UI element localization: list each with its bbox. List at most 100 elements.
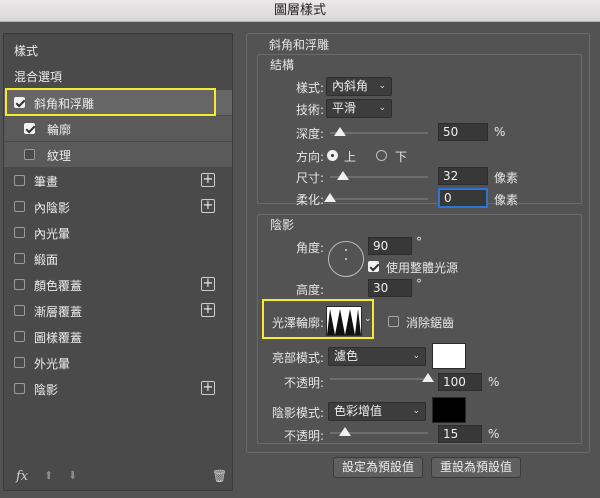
highlight-mode-label: 亮部模式: [271, 351, 324, 365]
list-item-contour[interactable]: 輪廓 [4, 116, 232, 141]
contour-checkbox[interactable] [24, 123, 35, 134]
list-item-inner-shadow[interactable]: 內陰影 + [4, 194, 232, 219]
shadow-opacity-input[interactable]: 15 [438, 425, 482, 443]
style-dropdown[interactable]: 內斜角 ⌄ [326, 77, 392, 96]
add-drop-shadow-icon[interactable]: + [201, 381, 215, 395]
shadow-mode-dropdown[interactable]: 色彩增值 ⌄ [328, 402, 426, 421]
gloss-contour-preview[interactable] [326, 306, 362, 336]
altitude-label: 高度: [295, 283, 324, 297]
depth-slider-thumb[interactable] [333, 127, 346, 136]
size-slider-thumb[interactable] [336, 171, 349, 180]
list-item-texture[interactable]: 紋理 [4, 142, 232, 167]
soften-unit: 像素 [494, 193, 519, 207]
highlight-opacity-unit: % [488, 375, 500, 389]
anti-alias-checkbox[interactable] [388, 316, 399, 327]
shadow-opacity-slider-thumb[interactable] [338, 427, 351, 436]
style-list-panel: 樣式 混合選項 斜角和浮雕 輪廓 紋理 筆畫 + 內陰影 + 內光暈 緞面 顏色… [3, 33, 233, 491]
soften-input[interactable]: 0 [438, 188, 488, 208]
highlight-opacity-slider-thumb[interactable] [422, 373, 434, 382]
anti-alias-label: 消除鋸齒 [406, 316, 455, 330]
list-item-color-overlay[interactable]: 顏色覆蓋 + [4, 272, 232, 297]
set-default-button[interactable]: 設定為預設值 [333, 457, 423, 478]
add-gradient-overlay-icon[interactable]: + [201, 303, 215, 317]
shadow-opacity-slider[interactable] [330, 427, 428, 436]
list-item-inner-glow[interactable]: 內光暈 [4, 220, 232, 245]
styles-header[interactable]: 樣式 [4, 38, 232, 63]
direction-down-radio[interactable] [376, 150, 387, 161]
list-item-pattern-overlay[interactable]: 圖樣覆蓋 [4, 324, 232, 349]
shadow-mode-value: 色彩增值 [334, 404, 383, 418]
outer-glow-checkbox[interactable] [14, 357, 25, 368]
window-title: 圖層樣式 [0, 0, 600, 22]
gloss-contour-chevron-icon[interactable]: ⌄ [364, 314, 372, 324]
list-item-label: 斜角和浮雕 [34, 97, 95, 111]
soften-slider-thumb[interactable] [324, 193, 336, 202]
bevel-emboss-panel: 斜角和浮雕 結構 樣式: 內斜角 ⌄ 技術: 平滑 ⌄ 深度: 50 % 方向: 上… [246, 33, 590, 453]
fx-icon[interactable]: fx [16, 469, 28, 484]
list-item-satin[interactable]: 緞面 [4, 246, 232, 271]
gloss-contour-curve-icon [327, 309, 361, 335]
list-item-bevel-emboss[interactable]: 斜角和浮雕 [4, 90, 232, 115]
gradient-overlay-checkbox[interactable] [14, 305, 25, 316]
highlight-mode-dropdown[interactable]: 濾色 ⌄ [328, 347, 426, 366]
color-overlay-checkbox[interactable] [14, 279, 25, 290]
depth-label: 深度: [295, 127, 324, 141]
list-item-label: 顏色覆蓋 [34, 279, 83, 293]
list-item-outer-glow[interactable]: 外光暈 [4, 350, 232, 375]
highlight-color-swatch[interactable] [432, 343, 466, 369]
list-item-gradient-overlay[interactable]: 漸層覆蓋 + [4, 298, 232, 323]
move-down-icon[interactable]: ⬇ [68, 469, 77, 482]
size-input[interactable]: 32 [438, 167, 488, 185]
chevron-down-icon: ⌄ [378, 103, 386, 113]
shadow-color-swatch[interactable] [432, 397, 466, 423]
highlight-opacity-input[interactable]: 100 [438, 373, 482, 391]
structure-group: 結構 樣式: 內斜角 ⌄ 技術: 平滑 ⌄ 深度: 50 % 方向: 上 下 尺寸:… [257, 54, 582, 208]
soften-slider[interactable] [324, 193, 428, 202]
direction-up-radio[interactable] [327, 150, 338, 161]
direction-down-label: 下 [395, 150, 408, 164]
list-item-label: 筆畫 [34, 175, 59, 189]
bevel-emboss-checkbox[interactable] [14, 97, 25, 108]
list-item-label: 圖樣覆蓋 [34, 331, 83, 345]
stroke-checkbox[interactable] [14, 175, 25, 186]
structure-title: 結構 [270, 58, 295, 72]
list-item-label: 內光暈 [34, 227, 71, 241]
list-item-label: 輪廓 [47, 123, 72, 137]
list-item-stroke[interactable]: 筆畫 + [4, 168, 232, 193]
trash-icon[interactable]: 🗑 [212, 469, 227, 483]
chevron-down-icon: ⌄ [412, 351, 420, 361]
drop-shadow-checkbox[interactable] [14, 383, 25, 394]
chevron-down-icon: ⌄ [378, 81, 386, 91]
global-light-checkbox[interactable] [368, 261, 379, 272]
soften-label: 柔化: [295, 193, 324, 207]
size-slider[interactable] [330, 171, 428, 180]
list-item-drop-shadow[interactable]: 陰影 + [4, 376, 232, 401]
angle-dial[interactable] [328, 241, 364, 277]
list-item-label: 陰影 [34, 383, 59, 397]
pattern-overlay-checkbox[interactable] [14, 331, 25, 342]
add-color-overlay-icon[interactable]: + [201, 277, 215, 291]
list-item-label: 內陰影 [34, 201, 71, 215]
depth-input[interactable]: 50 [438, 123, 488, 141]
satin-checkbox[interactable] [14, 253, 25, 264]
add-inner-shadow-icon[interactable]: + [201, 199, 215, 213]
section-title: 斜角和浮雕 [269, 38, 330, 52]
altitude-input[interactable]: 30 [368, 279, 412, 297]
technique-dropdown[interactable]: 平滑 ⌄ [326, 99, 392, 118]
inner-shadow-checkbox[interactable] [14, 201, 25, 212]
angle-dial-marker [345, 249, 347, 251]
blending-options-item[interactable]: 混合選項 [4, 64, 232, 89]
reset-default-button[interactable]: 重設為預設值 [431, 457, 521, 478]
angle-input[interactable]: 90 [368, 237, 412, 255]
move-up-icon[interactable]: ⬆ [44, 469, 53, 482]
angle-label: 角度: [295, 241, 324, 255]
list-item-label: 緞面 [34, 253, 59, 267]
highlight-opacity-slider[interactable] [330, 373, 434, 382]
highlight-mode-value: 濾色 [334, 349, 359, 363]
add-stroke-icon[interactable]: + [201, 173, 215, 187]
inner-glow-checkbox[interactable] [14, 227, 25, 238]
global-light-label: 使用整體光源 [386, 261, 459, 275]
texture-checkbox[interactable] [24, 149, 35, 160]
depth-slider[interactable] [330, 127, 428, 136]
angle-dial-center [345, 258, 347, 260]
